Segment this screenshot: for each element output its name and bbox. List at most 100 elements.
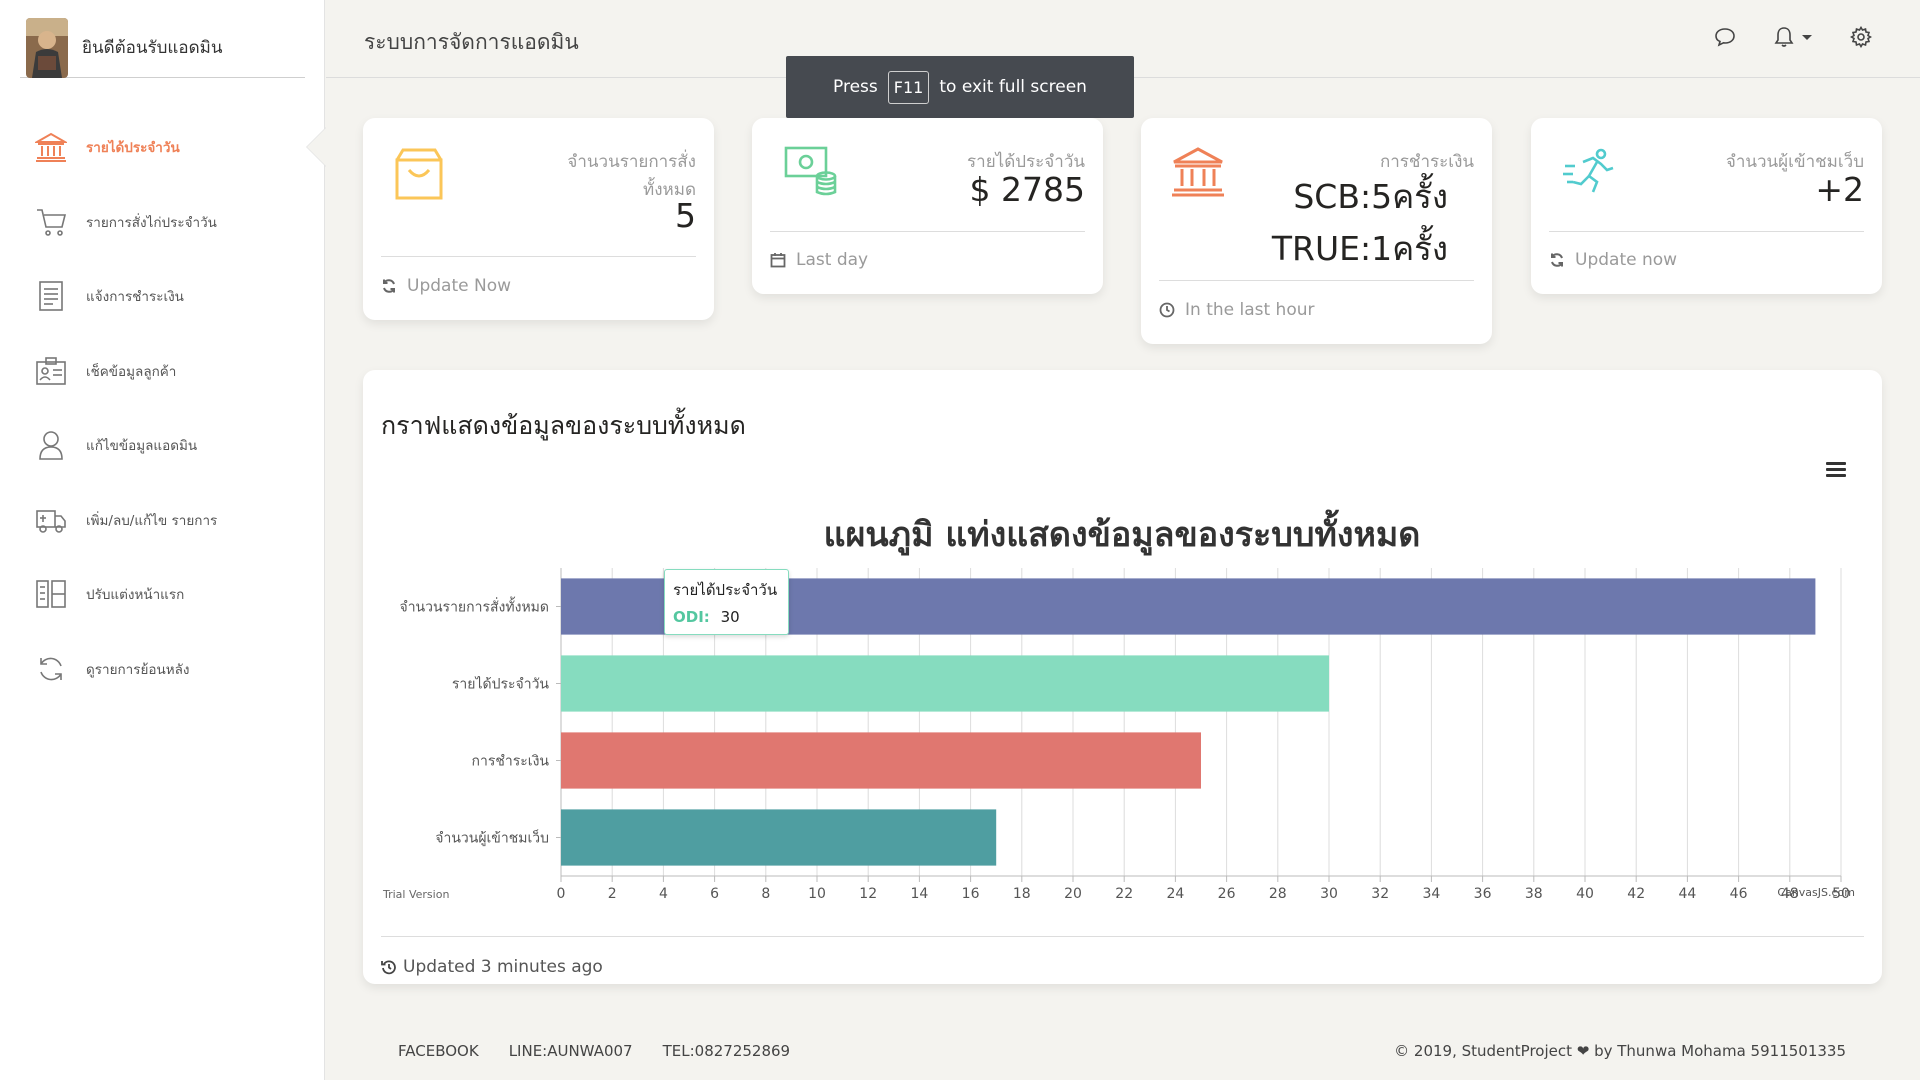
y-tick-label: รายได้ประจำวัน <box>452 676 550 693</box>
divider <box>1159 280 1474 281</box>
copyright: © 2019, StudentProject ❤ by Thunwa Moham… <box>1394 1042 1846 1060</box>
active-indicator <box>306 127 326 168</box>
sidebar-item-manage-items[interactable]: เพิ่ม/ลบ/แก้ไข รายการ <box>0 483 325 558</box>
sidebar-item-label: เพิ่ม/ลบ/แก้ไข รายการ <box>86 512 218 529</box>
bell-icon <box>1774 27 1794 47</box>
chart-tooltip: รายได้ประจำวัน ODI: 30 <box>664 569 789 635</box>
chat-icon[interactable] <box>1714 26 1736 48</box>
calendar-icon <box>770 253 786 268</box>
notification-dropdown[interactable] <box>1774 26 1812 48</box>
x-tick-label: 2 <box>608 886 617 902</box>
delivery-truck-icon <box>34 503 68 537</box>
avatar[interactable] <box>26 17 68 78</box>
bar <box>561 732 1201 789</box>
bank-icon <box>34 130 68 164</box>
card-footer-text: Update Now <box>407 276 511 296</box>
x-tick-label: 38 <box>1525 886 1543 902</box>
x-tick-label: 44 <box>1678 886 1696 902</box>
sidebar-item-payment-notice[interactable]: แจ้งการชำระเงิน <box>0 259 325 334</box>
money-icon <box>784 146 838 202</box>
card-value: 5 <box>675 196 696 235</box>
chart-card: กราฟแสดงข้อมูลของระบบทั้งหมด แผนภูมิ แท่… <box>363 370 1882 984</box>
chevron-down-icon <box>1802 34 1812 40</box>
card-footer: In the last hour <box>1159 300 1315 320</box>
x-tick-label: 24 <box>1166 886 1184 902</box>
chart-footer-text: Updated 3 minutes ago <box>403 957 603 977</box>
x-tick-label: 40 <box>1576 886 1594 902</box>
divider <box>381 256 696 257</box>
navbar-actions <box>1714 26 1872 48</box>
bank-icon <box>1171 146 1225 202</box>
gear-icon[interactable] <box>1850 26 1872 48</box>
tooltip-series: ODI: <box>673 608 710 626</box>
sidebar: ยินดีต้อนรับแอดมิน รายได้ประจำวัน รายการ… <box>0 0 326 1080</box>
x-tick-label: 32 <box>1371 886 1389 902</box>
cart-icon <box>34 205 68 239</box>
x-tick-label: 34 <box>1422 886 1440 902</box>
sidebar-item-label: รายได้ประจำวัน <box>86 140 180 157</box>
divider <box>1549 231 1864 232</box>
x-tick-label: 0 <box>557 886 566 902</box>
x-tick-label: 8 <box>761 886 770 902</box>
card-label: จำนวนรายการสั่งทั้งหมด <box>567 152 696 200</box>
y-tick-label: จำนวนผู้เข้าชมเว็บ <box>435 829 549 847</box>
x-tick-label: 22 <box>1115 886 1133 902</box>
footer-links: FACEBOOK LINE:AUNWA007 TEL:0827252869 <box>398 1042 790 1060</box>
x-tick-label: 4 <box>659 886 668 902</box>
page-footer: FACEBOOK LINE:AUNWA007 TEL:0827252869 © … <box>398 1042 1846 1060</box>
runner-icon <box>1561 148 1617 200</box>
clock-icon <box>1159 302 1175 318</box>
sidebar-item-label: รายการสั่งไก่ประจำวัน <box>86 214 217 231</box>
sidebar-item-history[interactable]: ดูรายการย้อนหลัง <box>0 632 325 707</box>
x-tick-label: 30 <box>1320 886 1338 902</box>
tooltip-row: ODI: 30 <box>673 608 780 626</box>
refresh-icon <box>34 652 68 686</box>
sidebar-item-customers[interactable]: เช็คข้อมูลลูกค้า <box>0 334 325 409</box>
x-tick-label: 36 <box>1474 886 1492 902</box>
tooltip-value: 30 <box>720 608 740 626</box>
sidebar-item-label: แก้ไขข้อมูลแอดมิน <box>86 438 198 455</box>
divider <box>381 936 1864 937</box>
card-visitors: จำนวนผู้เข้าชมเว็บ +2 Update now <box>1531 118 1882 294</box>
y-tick-label: การชำระเงิน <box>472 754 550 770</box>
x-tick-label: 16 <box>962 886 980 902</box>
footer-link-facebook[interactable]: FACEBOOK <box>398 1042 479 1060</box>
card-footer[interactable]: Update now <box>1549 250 1677 270</box>
chart-title: แผนภูมิ แท่งแสดงข้อมูลของระบบทั้งหมด <box>824 509 1421 556</box>
divider <box>770 231 1085 232</box>
trial-version-label: Trial Version <box>382 888 449 901</box>
id-card-icon <box>34 354 68 388</box>
footer-link-tel[interactable]: TEL:0827252869 <box>663 1042 791 1060</box>
fs-prefix: Press <box>833 77 878 97</box>
card-value: +2 <box>1815 170 1864 209</box>
x-tick-label: 10 <box>808 886 826 902</box>
x-tick-label: 42 <box>1627 886 1645 902</box>
bar <box>561 655 1329 712</box>
card-footer: Last day <box>770 250 868 270</box>
footer-link-line[interactable]: LINE:AUNWA007 <box>509 1042 633 1060</box>
tooltip-title: รายได้ประจำวัน <box>673 581 778 599</box>
bar <box>561 809 997 866</box>
sidebar-item-customize-home[interactable]: ปรับแต่งหน้าแรก <box>0 557 325 632</box>
x-tick-label: 18 <box>1013 886 1031 902</box>
welcome-text: ยินดีต้อนรับแอดมิน <box>82 38 223 58</box>
x-tick-label: 12 <box>859 886 877 902</box>
fullscreen-notice: Press F11 to exit full screen <box>786 56 1134 118</box>
sidebar-item-edit-admin[interactable]: แก้ไขข้อมูลแอดมิน <box>0 408 325 483</box>
refresh-icon <box>1551 253 1563 267</box>
card-payment: การชำระเงิน SCB:5ครั้ง TRUE:1ครั้ง In th… <box>1141 118 1492 344</box>
sidebar-item-daily-revenue[interactable]: รายได้ประจำวัน <box>0 110 326 185</box>
card-value-true: TRUE:1ครั้ง <box>1271 229 1448 268</box>
sidebar-item-daily-orders[interactable]: รายการสั่งไก่ประจำวัน <box>0 185 325 260</box>
sidebar-item-label: ปรับแต่งหน้าแรก <box>86 587 185 604</box>
refresh-icon <box>383 279 395 293</box>
x-tick-label: 28 <box>1269 886 1287 902</box>
card-footer[interactable]: Update Now <box>381 276 511 296</box>
card-value-scb: SCB:5ครั้ง <box>1293 177 1448 216</box>
chart-footer: Updated 3 minutes ago <box>381 957 603 977</box>
canvasjs-credit: CanvasJS.com <box>1777 886 1855 899</box>
sidebar-item-label: ดูรายการย้อนหลัง <box>86 661 190 678</box>
x-tick-label: 20 <box>1064 886 1082 902</box>
sidebar-item-label: เช็คข้อมูลลูกค้า <box>86 363 177 380</box>
bar-chart: แผนภูมิ แท่งแสดงข้อมูลของระบบทั้งหมด0 2 4 6… <box>382 509 1855 902</box>
